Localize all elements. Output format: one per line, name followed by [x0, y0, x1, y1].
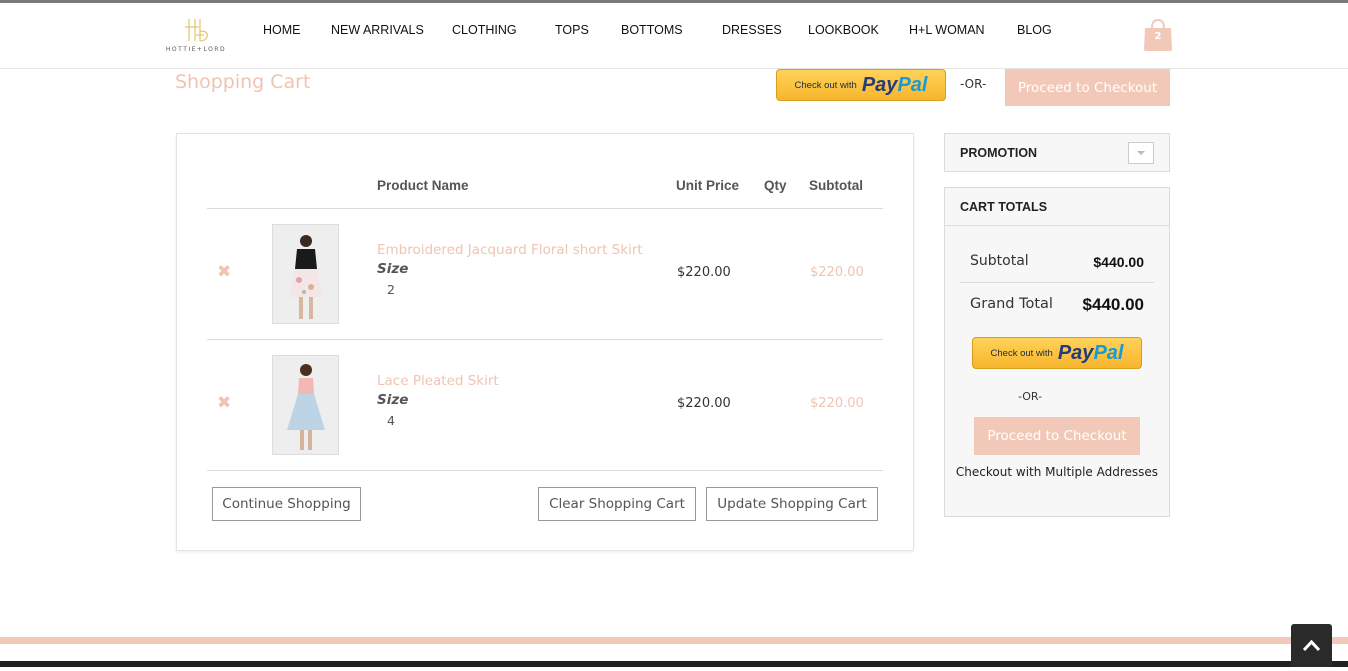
paypal-pal-text: Pal: [1093, 341, 1124, 364]
remove-item-icon[interactable]: ✖: [217, 262, 231, 282]
cart-totals-title: CART TOTALS: [960, 200, 1048, 214]
divider: [207, 470, 883, 471]
product-name-link[interactable]: Embroidered Jacquard Floral short Skirt: [377, 242, 643, 258]
header-qty: Qty: [764, 178, 787, 193]
product-image-floral-skirt: [273, 225, 338, 323]
size-label: Size: [377, 392, 409, 408]
header-product-name: Product Name: [377, 178, 469, 193]
update-shopping-cart-button[interactable]: Update Shopping Cart: [706, 487, 878, 521]
paypal-small-text: Check out with: [794, 79, 857, 91]
product-thumbnail[interactable]: [272, 224, 339, 324]
back-to-top-button[interactable]: [1291, 624, 1332, 667]
size-value: 2: [387, 282, 395, 297]
paypal-logo: PayPal: [1058, 342, 1124, 365]
remove-item-icon[interactable]: ✖: [217, 393, 231, 413]
divider: [207, 208, 883, 209]
logo-mark-icon: [185, 19, 208, 42]
grand-total-label: Grand Total: [970, 296, 1053, 312]
divider: [207, 339, 883, 340]
promotion-panel: PROMOTION: [944, 133, 1170, 172]
cart-count-badge: 2: [1154, 31, 1162, 42]
item-subtotal: $220.00: [810, 396, 864, 411]
chevron-down-icon: [1137, 151, 1145, 155]
divider: [960, 282, 1154, 283]
grand-total-value: $440.00: [1082, 295, 1144, 314]
nav-clothing[interactable]: CLOTHING: [452, 23, 517, 37]
or-separator-top: -OR-: [960, 77, 987, 91]
checkout-multiple-addresses-link[interactable]: Checkout with Multiple Addresses: [945, 466, 1169, 479]
header-unit-price: Unit Price: [676, 178, 740, 193]
unit-price: $220.00: [677, 265, 731, 280]
clear-shopping-cart-button[interactable]: Clear Shopping Cart: [538, 487, 696, 521]
nav-bottoms[interactable]: BOTTOMS: [621, 23, 683, 37]
nav-home[interactable]: HOME: [263, 23, 301, 37]
paypal-checkout-button-top[interactable]: Check out with PayPal: [776, 69, 946, 101]
cart-table: Product Name Unit Price Qty Subtotal ✖ E…: [176, 133, 914, 551]
nav-new-arrivals[interactable]: NEW ARRIVALS: [331, 23, 424, 37]
product-thumbnail[interactable]: [272, 355, 339, 455]
paypal-checkout-button-side[interactable]: Check out with PayPal: [972, 337, 1142, 369]
nav-hl-woman[interactable]: H+L WOMAN: [909, 23, 985, 37]
subtotal-label: Subtotal: [970, 253, 1029, 269]
item-subtotal: $220.00: [810, 265, 864, 280]
nav-tops[interactable]: TOPS: [555, 23, 589, 37]
site-logo[interactable]: HOTTIE+LORD: [160, 17, 232, 57]
cart-bag-button[interactable]: 2: [1142, 18, 1174, 52]
logo-text: HOTTIE+LORD: [165, 46, 227, 53]
paypal-pay-text: Pay: [1057, 341, 1094, 364]
nav-lookbook[interactable]: LOOKBOOK: [808, 23, 879, 37]
proceed-to-checkout-button-side[interactable]: Proceed to Checkout: [974, 417, 1140, 455]
proceed-to-checkout-button-top[interactable]: Proceed to Checkout: [1005, 69, 1170, 106]
size-label: Size: [377, 261, 409, 277]
size-value: 4: [387, 413, 395, 428]
chevron-up-icon: [1302, 639, 1321, 652]
or-separator-side: -OR-: [1017, 390, 1043, 403]
site-header: HOTTIE+LORD HOME NEW ARRIVALS CLOTHING T…: [0, 3, 1348, 69]
nav-dresses[interactable]: DRESSES: [722, 23, 782, 37]
nav-blog[interactable]: BLOG: [1017, 23, 1052, 37]
cart-totals-header: CART TOTALS: [945, 188, 1169, 226]
paypal-pay-text: Pay: [861, 73, 898, 96]
subtotal-value: $440.00: [1093, 254, 1144, 270]
header-subtotal: Subtotal: [809, 178, 863, 193]
promotion-toggle-button[interactable]: [1128, 142, 1154, 164]
paypal-pal-text: Pal: [897, 73, 928, 96]
product-name-link[interactable]: Lace Pleated Skirt: [377, 373, 499, 389]
paypal-small-text: Check out with: [990, 347, 1053, 359]
promotion-title: PROMOTION: [960, 146, 1038, 160]
unit-price: $220.00: [677, 396, 731, 411]
footer-accent-band: [0, 637, 1348, 644]
page-title: Shopping Cart: [175, 71, 311, 93]
paypal-logo: PayPal: [862, 74, 928, 97]
footer-dark-strip: [0, 661, 1348, 667]
cart-totals-panel: CART TOTALS Subtotal $440.00 Grand Total…: [944, 187, 1170, 517]
continue-shopping-button[interactable]: Continue Shopping: [212, 487, 361, 521]
product-image-lace-skirt: [273, 356, 338, 454]
